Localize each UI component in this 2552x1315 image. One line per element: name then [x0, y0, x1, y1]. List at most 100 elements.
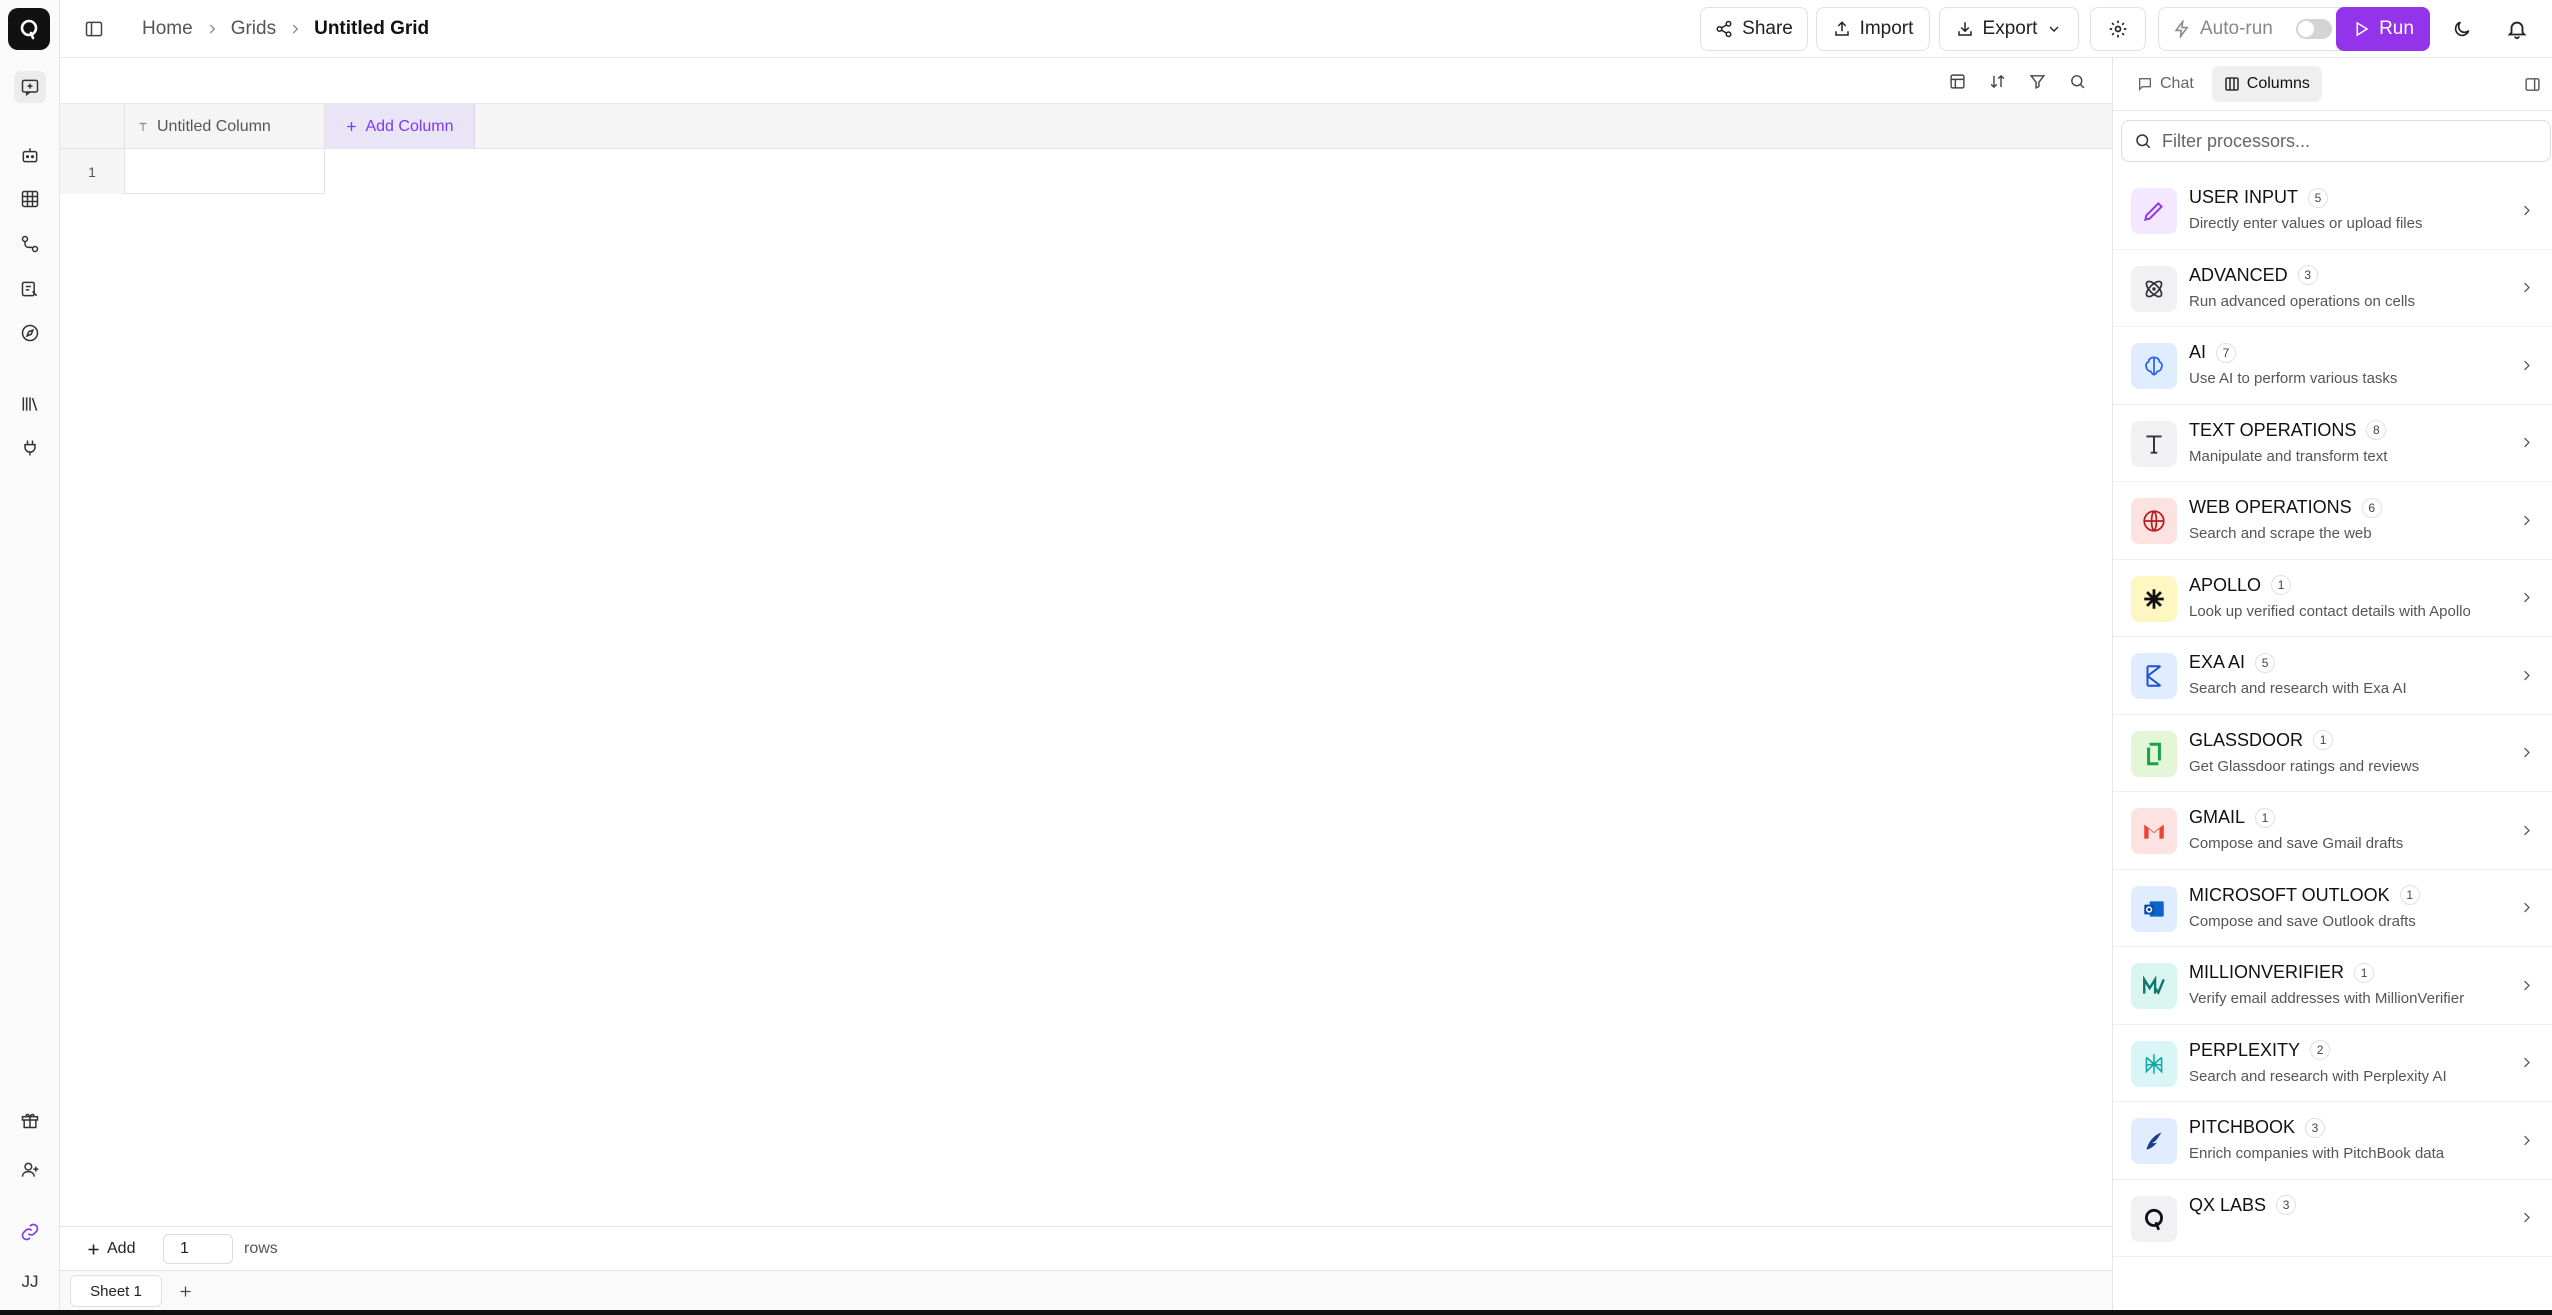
breadcrumb-home[interactable]: Home: [142, 18, 193, 40]
library-icon[interactable]: [14, 388, 46, 420]
form-icon[interactable]: [14, 273, 46, 305]
breadcrumb-current: Untitled Grid: [314, 18, 430, 39]
add-sheet-icon[interactable]: [172, 1278, 198, 1304]
row-controls: Add rows: [60, 1226, 2112, 1270]
gift-icon[interactable]: [14, 1104, 46, 1136]
collapse-panel-icon[interactable]: [2520, 72, 2544, 96]
processor-item[interactable]: AI 7 Use AI to perform various tasks: [2113, 327, 2552, 405]
dark-mode-icon[interactable]: [2448, 15, 2476, 43]
processor-name-row: GMAIL 1: [2189, 807, 2276, 828]
tab-columns[interactable]: Columns: [2211, 66, 2322, 102]
chevron-right-icon: [2517, 201, 2535, 219]
chevron-right-icon: [2517, 1054, 2535, 1072]
layout-icon[interactable]: [1944, 68, 1970, 94]
qx-labs-icon: [2131, 1195, 2177, 1242]
tab-columns-label: Columns: [2246, 75, 2310, 92]
chevron-right-icon: [2517, 434, 2535, 452]
processor-name-row: MICROSOFT OUTLOOK 1: [2189, 885, 2420, 906]
chevron-right-icon: [2517, 589, 2535, 607]
grid-corner[interactable]: [60, 104, 125, 149]
processor-name: QX LABS: [2189, 1194, 2267, 1215]
processor-name-row: PERPLEXITY 2: [2189, 1039, 2331, 1061]
processor-item[interactable]: PERPLEXITY 2 Search and research with Perp…: [2113, 1025, 2552, 1102]
processor-item[interactable]: MICROSOFT OUTLOOK 1 Compose and save Outlo…: [2113, 870, 2552, 947]
processor-name: PERPLEXITY: [2189, 1039, 2301, 1060]
chevron-right-icon: [2517, 976, 2535, 994]
sheet-tab[interactable]: Sheet 1: [70, 1275, 162, 1307]
row-count-input[interactable]: [163, 1234, 233, 1264]
processor-description: Enrich companies with PitchBook data: [2189, 1145, 2445, 1162]
plug-icon[interactable]: [14, 432, 46, 464]
processor-item[interactable]: GLASSDOOR 1 Get Glassdoor ratings and revi…: [2113, 715, 2552, 792]
search-icon[interactable]: [2064, 68, 2090, 94]
processor-name-row: ADVANCED 3: [2189, 265, 2318, 286]
processor-count-badge: 3: [2276, 1195, 2297, 1215]
chevron-right-icon: [2517, 899, 2535, 917]
processor-item[interactable]: EXA AI 5 Search and research with Exa AI: [2113, 637, 2552, 715]
chevron-right-icon: [2517, 666, 2535, 684]
chevron-right-icon: [288, 22, 302, 36]
grid-icon[interactable]: [14, 183, 46, 215]
bell-icon[interactable]: [2503, 15, 2531, 43]
millionverifier-icon: [2131, 963, 2177, 1009]
sheet-tabs-bar: Sheet 1: [60, 1270, 2112, 1310]
row-number[interactable]: 1: [60, 149, 125, 194]
processor-item[interactable]: GMAIL 1 Compose and save Gmail drafts: [2113, 792, 2552, 870]
export-button[interactable]: Export: [1939, 7, 2079, 51]
grid-area: Untitled Column Add Column 1: [60, 58, 2112, 1226]
add-user-icon[interactable]: [14, 1154, 46, 1186]
processor-item[interactable]: MILLIONVERIFIER 1 Verify email addresses w…: [2113, 947, 2552, 1025]
autorun-switch[interactable]: [2295, 19, 2332, 39]
processor-name: APOLLO: [2189, 574, 2262, 595]
workflow-icon[interactable]: [14, 228, 46, 260]
processor-name-row: AI 7: [2189, 342, 2237, 363]
share-button[interactable]: Share: [1700, 7, 1808, 51]
glassdoor-icon: [2131, 730, 2177, 777]
globe-icon: [2131, 498, 2177, 544]
exa-icon: [2131, 653, 2177, 699]
processor-description: Search and research with Perplexity AI: [2189, 1067, 2447, 1085]
play-icon: [2356, 21, 2369, 37]
run-button[interactable]: Run: [2336, 7, 2430, 51]
bot-icon[interactable]: [14, 139, 46, 171]
text-type-icon: [139, 122, 147, 131]
processor-item[interactable]: APOLLO 1 Look up verified contact details …: [2113, 560, 2552, 637]
filter-processors-input[interactable]: [2162, 130, 2522, 152]
pitchbook-icon: [2131, 1118, 2177, 1164]
settings-button[interactable]: [2090, 7, 2146, 51]
sidebar-toggle-icon[interactable]: [80, 15, 108, 43]
processor-description: Verify email addresses with MillionVerif…: [2189, 990, 2465, 1007]
chevron-right-icon: [2517, 821, 2535, 839]
processor-count-badge: 1: [2271, 575, 2292, 595]
processor-item[interactable]: ADVANCED 3 Run advanced operations on cell…: [2113, 250, 2552, 327]
processor-count-badge: 5: [2255, 652, 2276, 673]
apollo-icon: [2131, 575, 2177, 622]
add-column-button[interactable]: Add Column: [325, 104, 475, 149]
integrations-link-icon[interactable]: [14, 1216, 46, 1248]
breadcrumb-grids[interactable]: Grids: [231, 18, 276, 40]
processor-name-row: PITCHBOOK 3: [2189, 1117, 2326, 1138]
sort-icon[interactable]: [1984, 68, 2010, 94]
chevron-right-icon: [2517, 356, 2535, 374]
column-header[interactable]: Untitled Column: [125, 104, 325, 149]
grid-toolbar: [60, 58, 2112, 104]
processor-item[interactable]: WEB OPERATIONS 6 Search and scrape the web: [2113, 482, 2552, 560]
grid-cell[interactable]: [125, 149, 325, 194]
tab-chat[interactable]: Chat: [2125, 66, 2206, 102]
processor-item[interactable]: PITCHBOOK 3 Enrich companies with PitchBoo…: [2113, 1102, 2552, 1180]
processor-item[interactable]: USER INPUT 5 Directly enter values or uplo…: [2113, 172, 2552, 250]
add-rows-button[interactable]: Add: [86, 1235, 135, 1263]
new-chat-icon[interactable]: [14, 71, 46, 103]
processor-name-row: MILLIONVERIFIER 1: [2189, 962, 2375, 983]
filter-icon[interactable]: [2024, 68, 2050, 94]
processor-item[interactable]: TEXT OPERATIONS 8 Manipulate and transform…: [2113, 405, 2552, 482]
filter-processors-field[interactable]: [2121, 120, 2551, 162]
import-button[interactable]: Import: [1816, 7, 1930, 51]
app-logo[interactable]: [8, 8, 50, 50]
processor-name: MILLIONVERIFIER: [2189, 962, 2345, 982]
compass-icon[interactable]: [14, 317, 46, 349]
processor-count-badge: 3: [2297, 265, 2318, 285]
divider: [2113, 110, 2552, 111]
processor-item[interactable]: QX LABS 3: [2113, 1180, 2552, 1257]
user-avatar[interactable]: JJ: [12, 1266, 48, 1298]
